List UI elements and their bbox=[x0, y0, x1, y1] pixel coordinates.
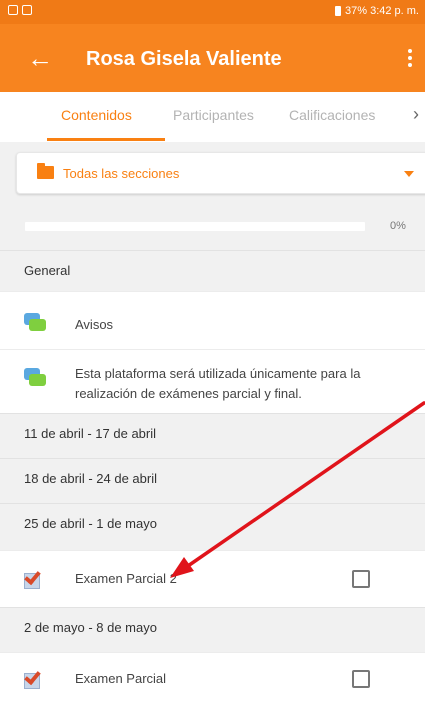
folder-icon bbox=[37, 163, 54, 179]
app-bar: ← Rosa Gisela Valiente bbox=[0, 24, 425, 92]
list-item-exam2[interactable]: Examen Parcial 2 bbox=[0, 550, 425, 607]
course-progress-bar bbox=[25, 222, 365, 231]
caret-down-icon bbox=[404, 171, 414, 177]
forum-icon bbox=[24, 313, 46, 333]
tab-bar: Contenidos Participantes Calificaciones … bbox=[0, 92, 425, 142]
chevron-right-icon[interactable]: › bbox=[413, 104, 419, 125]
status-text: 37% 3:42 p. m. bbox=[345, 5, 419, 17]
item-label: Esta plataforma será utilizada únicament… bbox=[75, 366, 361, 401]
section-dropdown[interactable]: Todas las secciones bbox=[16, 152, 425, 194]
overflow-menu-button[interactable] bbox=[395, 42, 425, 74]
tab-participantes[interactable]: Participantes bbox=[173, 107, 254, 123]
quiz-icon bbox=[24, 567, 44, 589]
section-title: General bbox=[24, 263, 71, 278]
completion-checkbox[interactable] bbox=[352, 570, 370, 588]
forum-icon bbox=[24, 368, 46, 388]
section-title: 11 de abril - 17 de abril bbox=[24, 426, 157, 441]
status-bar: 37% 3:42 p. m. bbox=[0, 0, 425, 24]
notification-icon bbox=[8, 5, 18, 15]
notification-icons bbox=[8, 5, 32, 15]
section-title: 25 de abril - 1 de mayo bbox=[24, 516, 157, 531]
section-title: 2 de mayo - 8 de mayo bbox=[24, 620, 157, 635]
completion-checkbox[interactable] bbox=[352, 670, 370, 688]
tab-calificaciones[interactable]: Calificaciones bbox=[289, 107, 375, 123]
image-notification-icon bbox=[22, 5, 32, 15]
section-dropdown-value: Todas las secciones bbox=[63, 166, 180, 181]
section-header-week4: 2 de mayo - 8 de mayo bbox=[0, 607, 425, 648]
quiz-icon bbox=[24, 667, 44, 689]
item-label: Avisos bbox=[75, 317, 114, 332]
section-title: 18 de abril - 24 de abril bbox=[24, 471, 157, 486]
list-item-avisos[interactable]: Avisos bbox=[0, 291, 425, 349]
section-header-week3: 25 de abril - 1 de mayo bbox=[0, 503, 425, 544]
section-header-week1: 11 de abril - 17 de abril bbox=[0, 413, 425, 454]
active-tab-indicator bbox=[47, 138, 165, 141]
back-button[interactable]: ← bbox=[22, 42, 58, 74]
list-item-exam1[interactable]: Examen Parcial bbox=[0, 652, 425, 704]
arrow-left-icon: ← bbox=[27, 43, 53, 73]
section-header-week2: 18 de abril - 24 de abril bbox=[0, 458, 425, 499]
list-item-notice[interactable]: Esta plataforma será utilizada únicament… bbox=[0, 349, 425, 413]
tab-contenidos[interactable]: Contenidos bbox=[61, 107, 132, 123]
page-title: Rosa Gisela Valiente bbox=[86, 48, 282, 70]
section-header-general: General bbox=[0, 250, 425, 291]
status-right: 37% 3:42 p. m. bbox=[335, 5, 419, 17]
course-progress-label: 0% bbox=[390, 220, 406, 232]
item-label: Examen Parcial 2 bbox=[75, 571, 177, 586]
battery-icon bbox=[335, 6, 341, 16]
item-label: Examen Parcial bbox=[75, 671, 167, 686]
